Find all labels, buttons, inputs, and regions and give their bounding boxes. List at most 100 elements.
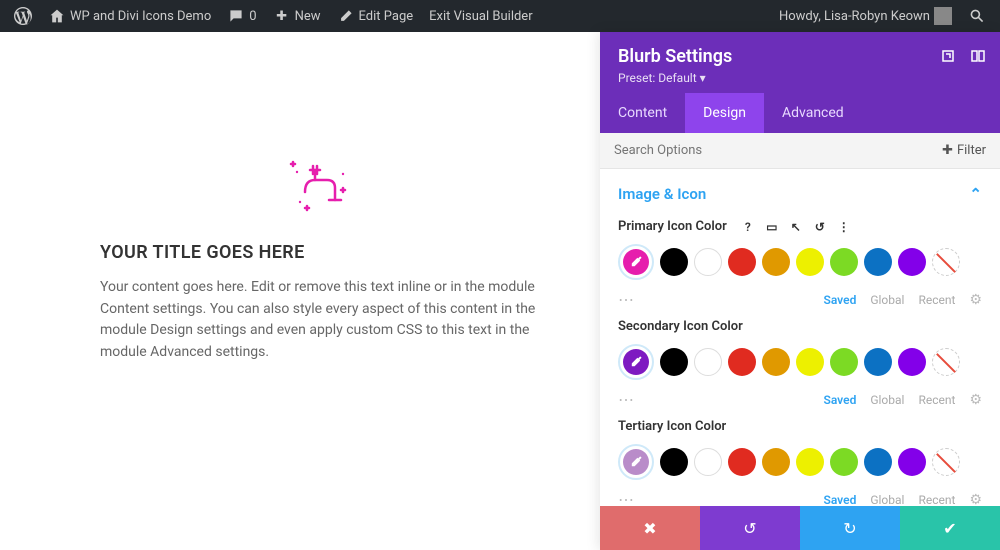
drag-handle-icon[interactable]: ⋯ <box>618 390 636 409</box>
blurb-title[interactable]: YOUR TITLE GOES HERE <box>100 242 540 263</box>
option-label: Tertiary Icon Color <box>618 419 982 434</box>
plus-icon: ✚ <box>273 7 291 25</box>
eyedropper-icon <box>623 449 649 475</box>
tab-advanced[interactable]: Advanced <box>764 93 862 133</box>
exit-visual-builder[interactable]: Exit Visual Builder <box>423 9 538 24</box>
palette-recent[interactable]: Recent <box>918 293 955 307</box>
option-footer: ⋯ Saved Global Recent ⚙ <box>618 490 982 506</box>
save-button[interactable]: ✔ <box>900 506 1000 550</box>
responsive-icon[interactable]: ▭ <box>765 220 779 234</box>
color-swatch[interactable] <box>864 348 892 376</box>
swatch-row <box>618 344 982 380</box>
color-swatch[interactable] <box>864 248 892 276</box>
snap-icon[interactable] <box>970 48 986 64</box>
color-option-1: Secondary Icon Color⋯SavedGlobalRecent⚙ <box>600 313 1000 413</box>
color-swatch[interactable] <box>830 248 858 276</box>
color-swatch[interactable] <box>762 248 790 276</box>
eyedropper-swatch[interactable] <box>618 344 654 380</box>
color-option-2: Tertiary Icon Color ⋯ Saved Global Recent ⚙ <box>600 413 1000 506</box>
reset-icon[interactable]: ↺ <box>813 220 827 234</box>
edit-page-link[interactable]: Edit Page <box>331 7 420 25</box>
color-swatch[interactable] <box>762 448 790 476</box>
menu-icon[interactable]: ⋮ <box>837 220 851 234</box>
exit-builder-label: Exit Visual Builder <box>429 9 532 24</box>
blurb-body[interactable]: Your content goes here. Edit or remove t… <box>100 277 540 364</box>
transparent-swatch[interactable] <box>932 248 960 276</box>
eyedropper-swatch[interactable] <box>618 244 654 280</box>
transparent-swatch[interactable] <box>932 348 960 376</box>
color-option-0: Primary Icon Color?▭↖↺⋮⋯SavedGlobalRecen… <box>600 213 1000 313</box>
panel-footer: ✖ ↺ ↻ ✔ <box>600 506 1000 550</box>
color-swatch[interactable] <box>898 248 926 276</box>
undo-button[interactable]: ↺ <box>700 506 800 550</box>
color-swatch[interactable] <box>694 348 722 376</box>
comment-icon <box>227 7 245 25</box>
color-swatch[interactable] <box>728 348 756 376</box>
option-footer: ⋯ Saved Global Recent ⚙ <box>618 290 982 309</box>
eyedropper-swatch[interactable] <box>618 444 654 480</box>
help-icon[interactable]: ? <box>741 220 755 234</box>
color-swatch[interactable] <box>728 448 756 476</box>
color-swatch[interactable] <box>796 348 824 376</box>
section-title: Image & Icon <box>618 185 706 203</box>
comments-link[interactable]: 0 <box>221 7 262 25</box>
panel-preset[interactable]: Preset: Default ▾ <box>618 71 982 85</box>
section-image-icon[interactable]: Image & Icon ⌃ <box>600 169 1000 213</box>
color-swatch[interactable] <box>660 448 688 476</box>
color-swatch[interactable] <box>694 248 722 276</box>
color-swatch[interactable] <box>762 348 790 376</box>
filter-button[interactable]: ✚ Filter <box>942 143 986 158</box>
search-input[interactable] <box>614 143 942 158</box>
eyedropper-icon <box>623 349 649 375</box>
color-swatch[interactable] <box>864 448 892 476</box>
cancel-button[interactable]: ✖ <box>600 506 700 550</box>
swatch-row <box>618 244 982 280</box>
color-swatch[interactable] <box>660 348 688 376</box>
gear-icon[interactable]: ⚙ <box>969 392 982 408</box>
color-swatch[interactable] <box>694 448 722 476</box>
color-swatch[interactable] <box>830 448 858 476</box>
gear-icon[interactable]: ⚙ <box>969 492 982 507</box>
palette-recent[interactable]: Recent <box>918 493 955 507</box>
palette-saved[interactable]: Saved <box>824 493 857 507</box>
palette-recent[interactable]: Recent <box>918 393 955 407</box>
color-swatch[interactable] <box>796 448 824 476</box>
admin-bar-left: WP and Divi Icons Demo 0 ✚ New Edit Page… <box>8 7 539 25</box>
settings-panel: Blurb Settings Preset: Default ▾ Content… <box>600 32 1000 550</box>
color-swatch[interactable] <box>660 248 688 276</box>
palette-global[interactable]: Global <box>870 393 904 407</box>
content-area: YOUR TITLE GOES HERE Your content goes h… <box>0 32 600 550</box>
transparent-swatch[interactable] <box>932 448 960 476</box>
new-link[interactable]: ✚ New <box>267 7 327 25</box>
redo-button[interactable]: ↻ <box>800 506 900 550</box>
pencil-icon <box>337 7 355 25</box>
color-swatch[interactable] <box>898 448 926 476</box>
site-name[interactable]: WP and Divi Icons Demo <box>42 7 217 25</box>
palette-saved[interactable]: Saved <box>824 393 857 407</box>
avatar <box>934 7 952 25</box>
hover-icon[interactable]: ↖ <box>789 220 803 234</box>
search-toggle[interactable] <box>962 7 992 25</box>
palette-saved[interactable]: Saved <box>824 293 857 307</box>
drag-handle-icon[interactable]: ⋯ <box>618 290 636 309</box>
color-swatch[interactable] <box>830 348 858 376</box>
option-toolbar: ? ▭ ↖ ↺ ⋮ <box>741 220 851 234</box>
palette-global[interactable]: Global <box>870 293 904 307</box>
tab-content[interactable]: Content <box>600 93 685 133</box>
color-swatch[interactable] <box>898 348 926 376</box>
expand-icon[interactable] <box>940 48 956 64</box>
palette-global[interactable]: Global <box>870 493 904 507</box>
drag-handle-icon[interactable]: ⋯ <box>618 490 636 506</box>
new-label: New <box>295 9 321 24</box>
color-swatch[interactable] <box>796 248 824 276</box>
color-swatch[interactable] <box>728 248 756 276</box>
wp-logo[interactable] <box>8 7 38 25</box>
panel-title: Blurb Settings <box>618 46 982 67</box>
tab-design[interactable]: Design <box>685 93 764 133</box>
gear-icon[interactable]: ⚙ <box>969 292 982 308</box>
blurb-module-icon <box>285 152 355 212</box>
howdy-user[interactable]: Howdy, Lisa-Robyn Keown <box>773 7 958 25</box>
option-label-text: Tertiary Icon Color <box>618 419 726 434</box>
panel-header: Blurb Settings Preset: Default ▾ <box>600 32 1000 93</box>
option-label: Primary Icon Color?▭↖↺⋮ <box>618 219 982 234</box>
